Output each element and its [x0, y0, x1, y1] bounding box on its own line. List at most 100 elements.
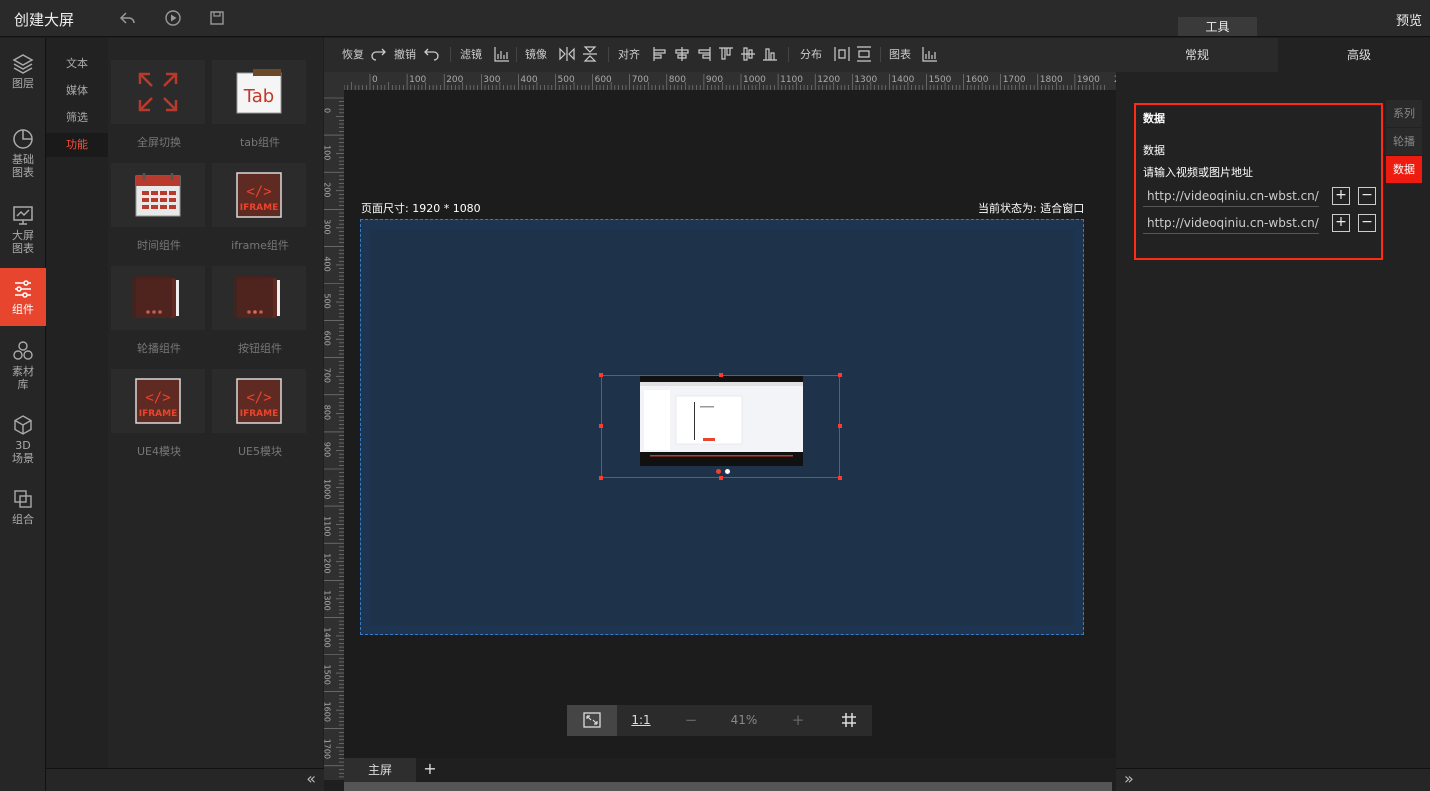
chart-button[interactable]: 图表 [889, 46, 911, 62]
nav-label: 3D场景 [12, 439, 34, 465]
ue5-icon-text: IFRAME [240, 409, 279, 419]
tools-tab[interactable]: 工具 [1178, 17, 1257, 36]
nav-assets[interactable]: 素材库 [0, 340, 46, 398]
nav-group[interactable]: 组合 [0, 488, 46, 534]
left-collapse-bar[interactable]: « [46, 768, 324, 791]
toolbar-divider [788, 47, 789, 62]
resize-handle[interactable] [719, 373, 723, 377]
right-collapse-bar[interactable]: » [1116, 768, 1430, 791]
ruler-label: 900 [324, 442, 332, 457]
back-icon[interactable] [118, 9, 138, 29]
filter-chart-icon[interactable] [494, 45, 510, 63]
component-label: tab组件 [239, 136, 281, 149]
category-function[interactable]: 功能 [46, 133, 108, 157]
align-right-icon[interactable] [696, 45, 712, 63]
selected-widget-frame[interactable] [601, 375, 840, 478]
save-icon[interactable] [207, 9, 227, 29]
category-media[interactable]: 媒体 [46, 79, 108, 103]
nav-3d-scene[interactable]: 3D场景 [0, 414, 46, 470]
align-center-h-icon[interactable] [674, 45, 690, 63]
grid-toggle-button[interactable] [825, 705, 872, 736]
distribute-horizontal-icon[interactable] [834, 45, 850, 63]
align-button[interactable]: 对齐 [618, 46, 640, 62]
media-url-input-2[interactable] [1143, 212, 1319, 234]
redo-icon[interactable] [370, 45, 386, 63]
tab-general[interactable]: 常规 [1116, 38, 1278, 72]
chart-icon[interactable] [922, 45, 938, 63]
resize-handle[interactable] [599, 424, 603, 428]
mirror-button[interactable]: 镜像 [525, 46, 547, 62]
resize-handle[interactable] [838, 424, 842, 428]
add-url-button[interactable]: + [1332, 214, 1350, 232]
distribute-button[interactable]: 分布 [800, 46, 822, 62]
resize-handle[interactable] [838, 476, 842, 480]
media-url-input-1[interactable] [1143, 185, 1319, 207]
zoom-in-button[interactable]: + [773, 705, 823, 736]
nav-components[interactable]: 组件 [0, 268, 46, 326]
resize-handle[interactable] [719, 476, 723, 480]
ruler-label: 300 [324, 219, 332, 234]
align-left-icon[interactable] [652, 45, 668, 63]
carousel-dot-active[interactable] [716, 469, 721, 474]
zoom-out-button[interactable]: − [667, 705, 715, 736]
component-ue4[interactable]: </> IFRAME UE4模块 [111, 369, 207, 459]
component-carousel[interactable]: 轮播组件 [111, 266, 207, 356]
resize-handle[interactable] [599, 373, 603, 377]
component-fullscreen[interactable]: 全屏切换 [111, 60, 207, 150]
undo-button[interactable]: 撤销 [394, 46, 416, 62]
ruler-label: 800 [669, 75, 686, 85]
ruler-label: 200 [446, 75, 463, 85]
category-text[interactable]: 文本 [46, 52, 108, 76]
ruler-label: 200 [324, 182, 332, 197]
component-ue5[interactable]: </> IFRAME UE5模块 [212, 369, 308, 459]
tab-main-screen[interactable]: 主屏 [344, 758, 416, 782]
align-top-icon[interactable] [718, 45, 734, 63]
iframe-icon: </> IFRAME [236, 172, 282, 218]
collapse-left-icon[interactable]: « [306, 769, 316, 788]
nav-layers[interactable]: 图层 [0, 52, 46, 98]
actual-size-button[interactable]: 1:1 [623, 705, 659, 736]
resize-handle[interactable] [838, 373, 842, 377]
filter-button[interactable]: 滤镜 [460, 46, 482, 62]
toolbar-divider [516, 47, 517, 62]
component-tab[interactable]: Tab tab组件 [212, 60, 308, 150]
ruler-label: 1600 [324, 702, 332, 722]
distribute-vertical-icon[interactable] [856, 45, 872, 63]
add-screen-button[interactable]: + [420, 758, 440, 782]
toolbar-divider [608, 47, 609, 62]
side-tab-series[interactable]: 系列 [1386, 100, 1422, 127]
redo-button[interactable]: 恢复 [342, 46, 364, 62]
component-button[interactable]: 按钮组件 [212, 266, 308, 356]
component-iframe[interactable]: </> IFRAME iframe组件 [212, 163, 308, 253]
nav-label: 大屏图表 [12, 229, 34, 255]
mirror-vertical-icon[interactable] [582, 45, 598, 63]
nav-basic-charts[interactable]: 基础图表 [0, 128, 46, 184]
mirror-horizontal-icon[interactable] [559, 45, 575, 63]
add-url-button[interactable]: + [1332, 187, 1350, 205]
ruler-label: 600 [324, 331, 332, 346]
svg-text:</>: </> [246, 390, 271, 406]
play-icon[interactable] [163, 9, 183, 29]
align-bottom-icon[interactable] [762, 45, 778, 63]
category-filter[interactable]: 筛选 [46, 106, 108, 130]
fit-screen-button[interactable] [567, 705, 617, 736]
remove-url-button[interactable]: − [1358, 214, 1376, 232]
component-label: 时间组件 [137, 239, 181, 252]
ruler-label: 0 [324, 108, 332, 113]
resize-handle[interactable] [599, 476, 603, 480]
side-tab-data[interactable]: 数据 [1386, 156, 1422, 183]
component-time[interactable]: 时间组件 [111, 163, 207, 253]
side-tab-carousel[interactable]: 轮播 [1386, 128, 1422, 155]
remove-url-button[interactable]: − [1358, 187, 1376, 205]
collapse-right-icon[interactable]: » [1124, 769, 1134, 788]
ue4-icon: </> IFRAME [135, 378, 181, 424]
undo-icon[interactable] [424, 45, 440, 63]
svg-text:</>: </> [145, 390, 170, 406]
horizontal-scrollbar[interactable] [344, 782, 1112, 791]
preview-button[interactable]: 预览 [1396, 10, 1422, 29]
tab-advanced[interactable]: 高级 [1278, 38, 1430, 72]
nav-label: 组件 [12, 303, 34, 316]
align-middle-icon[interactable] [740, 45, 756, 63]
nav-screen-charts[interactable]: 大屏图表 [0, 204, 46, 260]
carousel-dot[interactable] [725, 469, 730, 474]
